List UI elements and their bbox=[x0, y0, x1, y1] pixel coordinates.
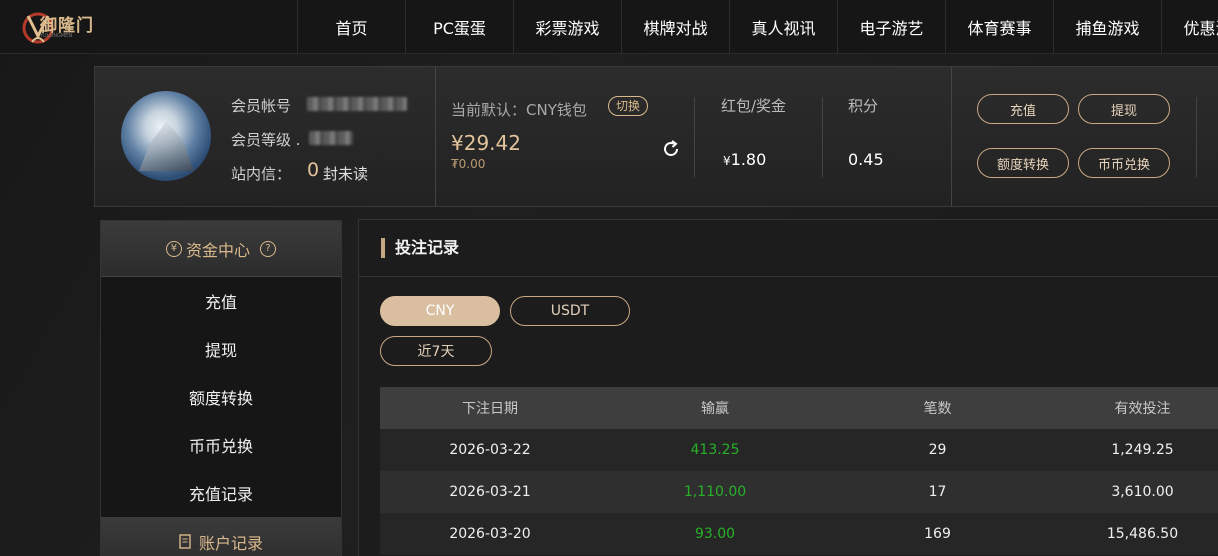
table-row[interactable]: 2026-03-21 1,110.00 17 3,610.00 bbox=[380, 471, 1218, 513]
cell-valid-bet: 1,249.25 bbox=[1045, 429, 1218, 471]
main-nav: 首页 PC蛋蛋 彩票游戏 棋牌对战 真人视讯 电子游艺 体育赛事 捕鱼游戏 优惠… bbox=[297, 0, 1218, 54]
deposit-button[interactable]: 充值 bbox=[977, 94, 1069, 124]
inbox-count[interactable]: 0 bbox=[307, 159, 319, 181]
nav-lottery[interactable]: 彩票游戏 bbox=[513, 0, 621, 54]
bonus-currency: ¥ bbox=[723, 154, 731, 168]
divider bbox=[822, 97, 823, 177]
inbox-unit: 封未读 bbox=[323, 165, 369, 183]
nav-sports[interactable]: 体育赛事 bbox=[945, 0, 1053, 54]
cell-valid-bet: 15,486.50 bbox=[1045, 513, 1218, 555]
page: 御隆门 YULONGMEN 首页 PC蛋蛋 彩票游戏 棋牌对战 真人视讯 电子游… bbox=[0, 0, 1218, 556]
cell-date: 2026-03-22 bbox=[380, 429, 600, 471]
yen-coin-icon: ¥ bbox=[165, 240, 182, 257]
sidebar-section-account-records[interactable]: 账户记录 bbox=[101, 517, 341, 556]
sidebar-section-funds[interactable]: ¥ 资金中心 ? bbox=[101, 221, 341, 277]
avatar[interactable] bbox=[121, 91, 211, 181]
exchange-button[interactable]: 币币兑换 bbox=[1078, 148, 1170, 178]
nav-home[interactable]: 首页 bbox=[297, 0, 405, 54]
nav-pc-egg[interactable]: PC蛋蛋 bbox=[405, 0, 513, 54]
top-navbar: 御隆门 YULONGMEN 首页 PC蛋蛋 彩票游戏 棋牌对战 真人视讯 电子游… bbox=[0, 0, 1218, 54]
sidebar-item-deposit-records[interactable]: 充值记录 bbox=[101, 469, 341, 517]
column-header-count: 笔数 bbox=[830, 387, 1045, 429]
masked-level bbox=[309, 131, 353, 145]
sidebar-item-deposit[interactable]: 充值 bbox=[101, 277, 341, 325]
help-icon[interactable]: ? bbox=[260, 240, 276, 257]
column-header-valid-bet: 有效投注 bbox=[1045, 387, 1218, 429]
divider bbox=[951, 67, 952, 206]
bonus-label: 红包/奖金 bbox=[721, 97, 787, 115]
bet-records-table: 下注日期 输赢 笔数 有效投注 2026-03-22 413.25 29 1,2… bbox=[380, 387, 1218, 555]
divider bbox=[435, 67, 436, 206]
page-title: 投注记录 bbox=[381, 238, 459, 258]
cell-winloss: 1,110.00 bbox=[600, 471, 830, 513]
divider bbox=[359, 276, 1218, 277]
column-header-date: 下注日期 bbox=[380, 387, 600, 429]
cell-date: 2026-03-21 bbox=[380, 471, 600, 513]
points-label: 积分 bbox=[848, 97, 879, 115]
wallet-balance: ¥29.42 bbox=[451, 131, 521, 155]
nav-live-casino[interactable]: 真人视讯 bbox=[729, 0, 837, 54]
sidebar-item-withdraw[interactable]: 提现 bbox=[101, 325, 341, 373]
bet-records-panel: 投注记录 CNY USDT 近7天 下注日期 输赢 笔数 有效投注 2026-0… bbox=[358, 219, 1218, 556]
transfer-button[interactable]: 额度转换 bbox=[977, 148, 1069, 178]
switch-wallet-button[interactable]: 切换 bbox=[608, 96, 649, 116]
tab-usdt[interactable]: USDT bbox=[510, 296, 630, 326]
inbox-label: 站内信： bbox=[231, 165, 292, 183]
cell-count: 17 bbox=[830, 471, 1045, 513]
nav-chess-cards[interactable]: 棋牌对战 bbox=[621, 0, 729, 54]
nav-fishing[interactable]: 捕鱼游戏 bbox=[1053, 0, 1161, 54]
cell-winloss: 93.00 bbox=[600, 513, 830, 555]
sidebar: ¥ 资金中心 ? 充值 提现 额度转换 币币兑换 充值记录 账户记录 bbox=[100, 220, 342, 556]
sidebar-section-title: 资金中心 bbox=[185, 240, 250, 260]
document-icon bbox=[179, 534, 191, 549]
bonus-value: ¥1.80 bbox=[723, 150, 766, 169]
table-row[interactable]: 2026-03-22 413.25 29 1,249.25 bbox=[380, 429, 1218, 471]
cell-count: 29 bbox=[830, 429, 1045, 471]
member-account-label: 会员帐号 bbox=[231, 97, 292, 115]
period-7days-button[interactable]: 近7天 bbox=[380, 336, 492, 366]
cell-count: 169 bbox=[830, 513, 1045, 555]
wallet-usdt-balance: ₮0.00 bbox=[451, 157, 486, 171]
cell-winloss: 413.25 bbox=[600, 429, 830, 471]
default-wallet-label: 当前默认：CNY钱包 bbox=[451, 101, 587, 119]
refresh-icon[interactable] bbox=[661, 139, 681, 159]
bonus-amount: 1.80 bbox=[730, 150, 767, 169]
account-panel: 会员帐号 会员等级 . 站内信： 0 封未读 当前默认：CNY钱包 切换 ¥29… bbox=[94, 66, 1218, 207]
divider bbox=[1196, 97, 1197, 177]
withdraw-button[interactable]: 提现 bbox=[1078, 94, 1170, 124]
sidebar-item-exchange[interactable]: 币币兑换 bbox=[101, 421, 341, 469]
nav-slots[interactable]: 电子游艺 bbox=[837, 0, 945, 54]
cell-valid-bet: 3,610.00 bbox=[1045, 471, 1218, 513]
points-value: 0.45 bbox=[848, 150, 884, 169]
logo-subtitle: YULONGMEN bbox=[40, 33, 73, 39]
cell-date: 2026-03-20 bbox=[380, 513, 600, 555]
divider bbox=[694, 97, 695, 177]
nav-promotions[interactable]: 优惠活动 bbox=[1161, 0, 1218, 54]
sidebar-item-transfer[interactable]: 额度转换 bbox=[101, 373, 341, 421]
sidebar-section-title: 账户记录 bbox=[198, 534, 263, 553]
table-row[interactable]: 2026-03-20 93.00 169 15,486.50 bbox=[380, 513, 1218, 555]
column-header-winloss: 输赢 bbox=[600, 387, 830, 429]
member-level-label: 会员等级 . bbox=[231, 131, 301, 149]
table-header-row: 下注日期 输赢 笔数 有效投注 bbox=[380, 387, 1218, 429]
masked-username bbox=[307, 97, 407, 111]
tab-cny[interactable]: CNY bbox=[380, 296, 500, 326]
